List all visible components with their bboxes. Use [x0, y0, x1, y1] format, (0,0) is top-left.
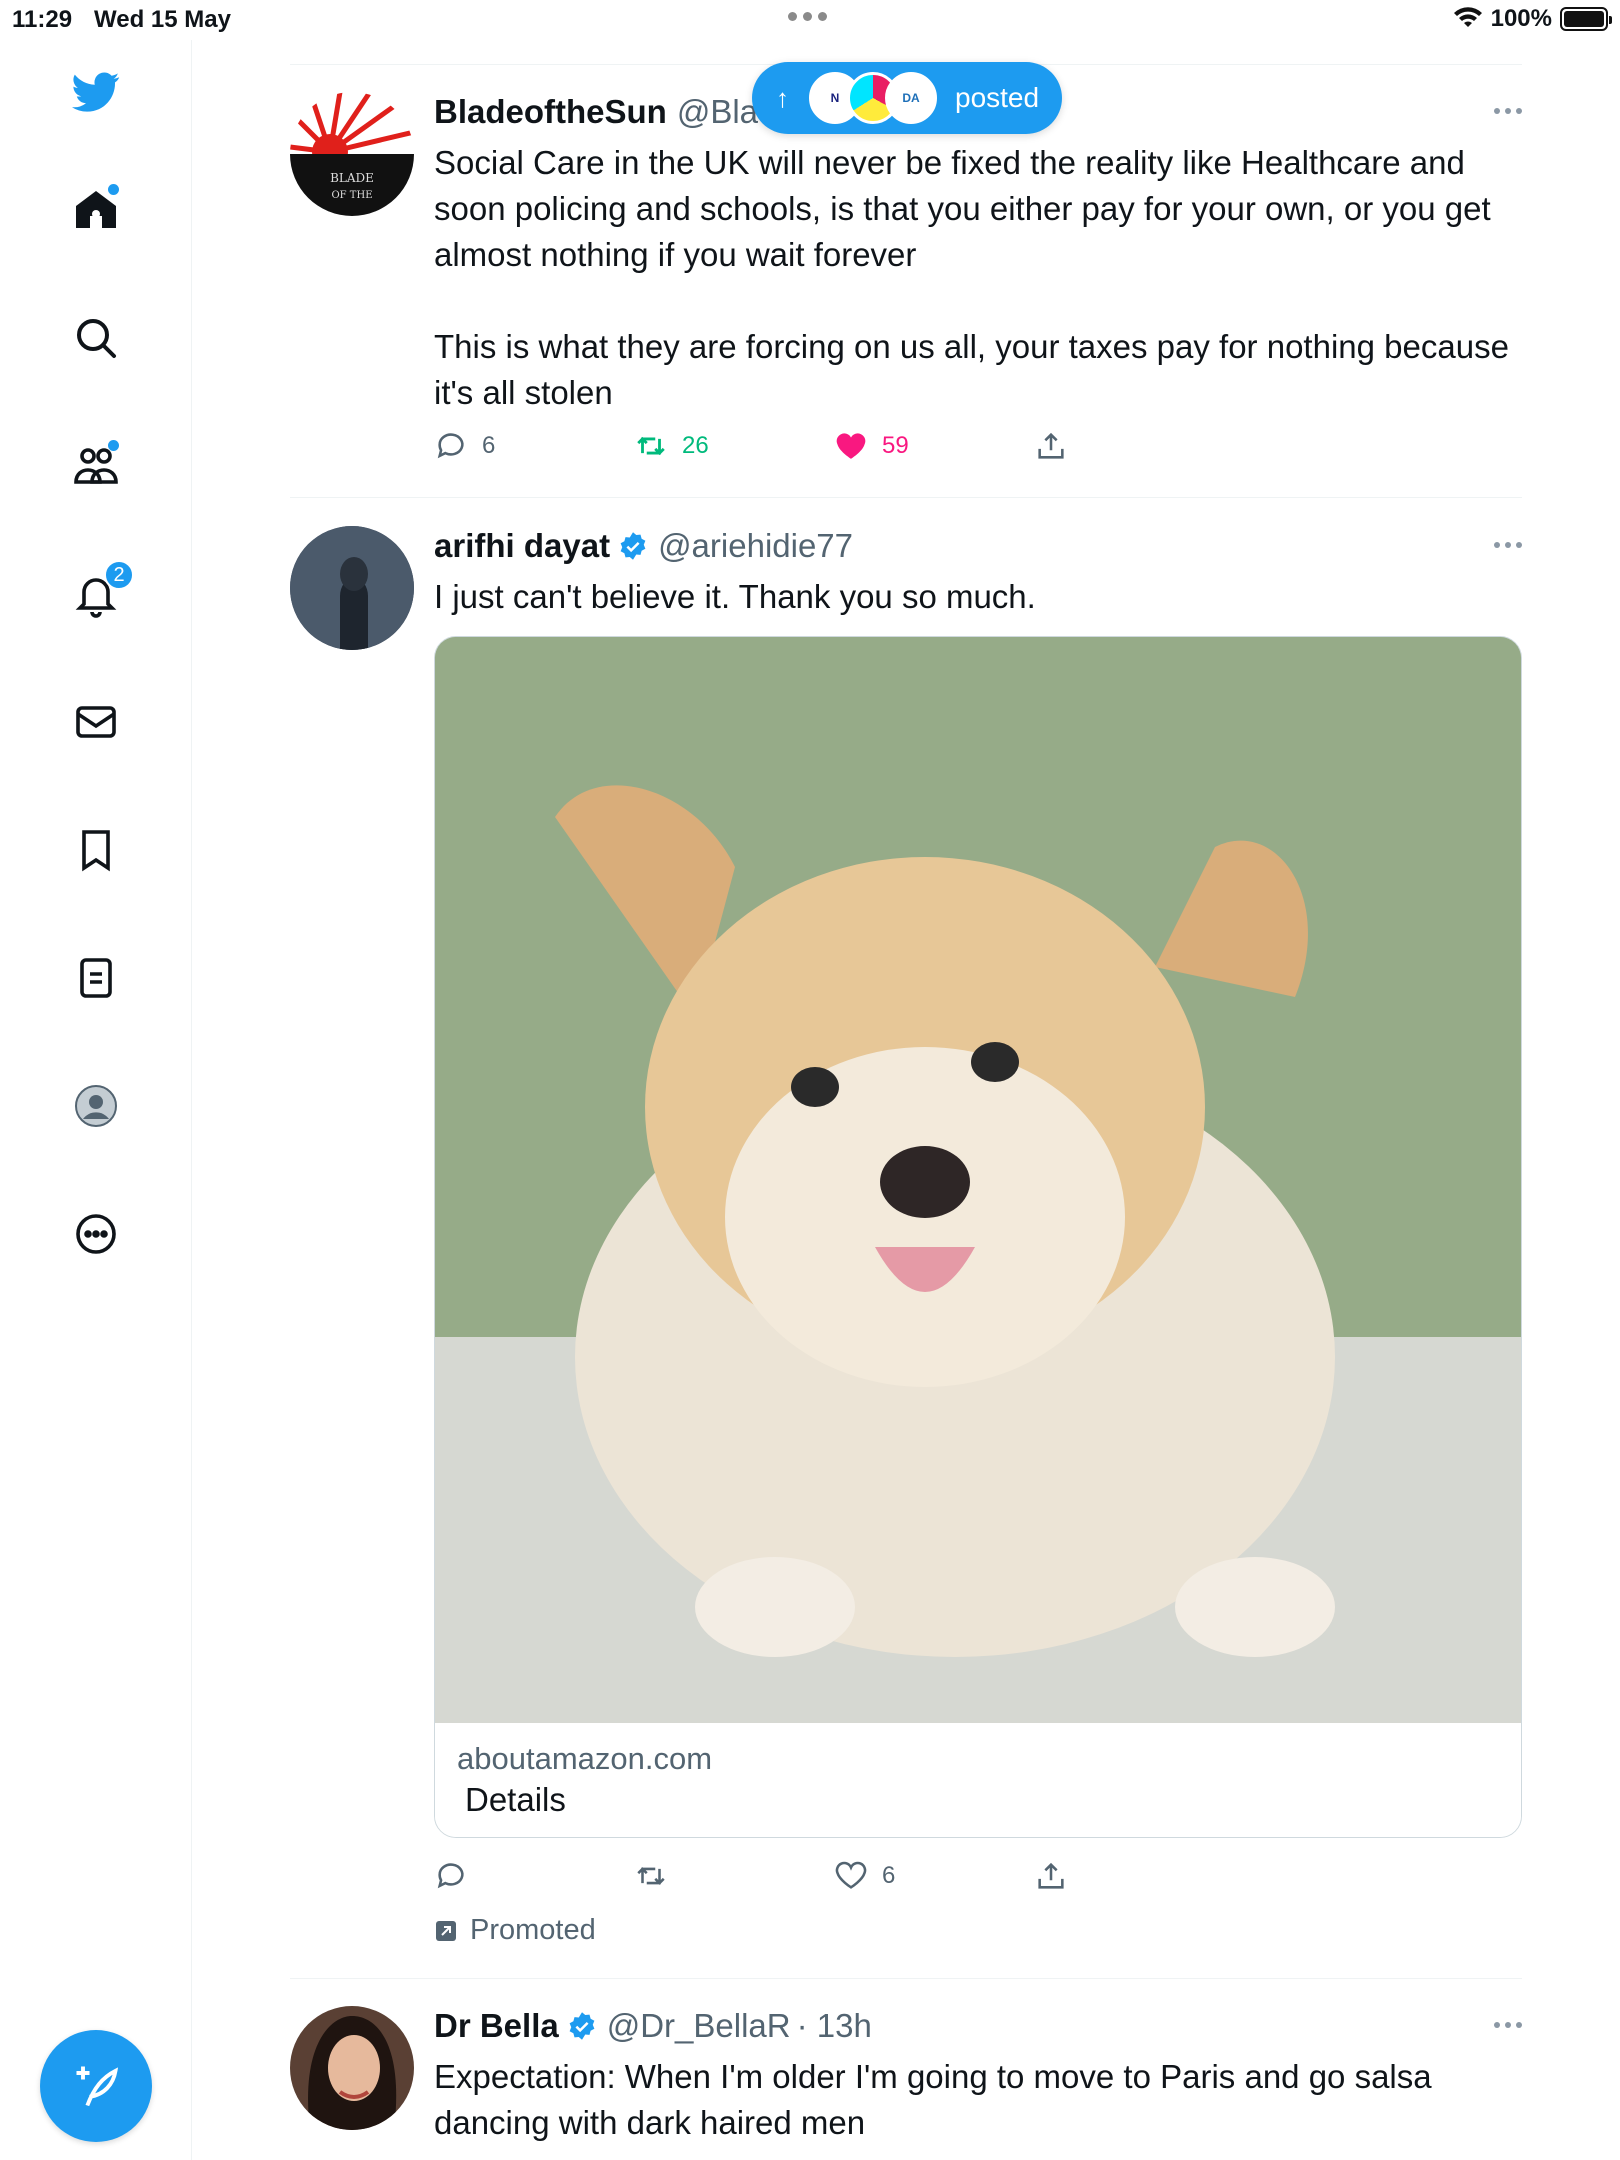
reply-button[interactable] — [434, 1859, 468, 1893]
like-count: 59 — [882, 432, 909, 459]
verified-badge-icon — [569, 2012, 595, 2040]
search-icon[interactable] — [64, 306, 128, 370]
retweet-button[interactable] — [634, 1859, 668, 1893]
tweet-text: Social Care in the UK will never be fixe… — [434, 144, 1509, 411]
more-options-icon[interactable] — [1494, 526, 1522, 548]
share-icon — [1038, 432, 1064, 459]
mail-icon[interactable] — [64, 690, 128, 754]
lists-icon[interactable] — [64, 946, 128, 1010]
battery-percent: 100% — [1490, 5, 1552, 32]
like-button[interactable]: 59 — [834, 429, 909, 463]
battery-icon — [1560, 7, 1612, 31]
promoted-text: Promoted — [470, 1914, 596, 1946]
more-options-icon[interactable] — [1494, 92, 1522, 114]
arrow-up-icon: ↑ — [776, 82, 789, 113]
svg-text:OF THE: OF THE — [331, 190, 372, 201]
tweet-author-handle[interactable]: @ariehidie77 — [658, 527, 853, 565]
tweet-time[interactable]: · 13h — [797, 2007, 872, 2045]
share-button[interactable] — [1034, 1859, 1068, 1893]
pill-avatar: DA — [885, 72, 937, 124]
promoted-label: Promoted — [434, 1914, 596, 1947]
home-notification-dot — [108, 184, 119, 195]
tweet-text: I just can't believe it. Thank you so mu… — [434, 578, 1036, 615]
status-right: 100% — [1453, 5, 1612, 33]
tweet-text: Expectation: When I'm older I'm going to… — [434, 2058, 1441, 2141]
svg-text:BLADE: BLADE — [330, 171, 374, 185]
reply-icon — [437, 433, 464, 459]
sidebar: 2 — [0, 40, 192, 2160]
tweet-author-handle[interactable]: @Bla — [677, 93, 758, 131]
promoted-icon — [436, 1920, 456, 1941]
multitasking-dots-icon[interactable] — [788, 12, 827, 21]
heart-icon — [836, 433, 866, 459]
retweet-button[interactable]: 26 — [634, 429, 709, 463]
status-time: 11:29 — [12, 6, 73, 33]
more-options-icon[interactable] — [1494, 2006, 1522, 2028]
heart-icon — [835, 1861, 867, 1889]
card-title: Details — [465, 1781, 566, 1818]
tweet-author-name[interactable]: Dr Bella — [434, 2007, 559, 2045]
wifi-icon — [1453, 7, 1482, 27]
status-bar: 11:29 Wed 15 May 100% — [0, 0, 1620, 40]
communities-notification-dot — [108, 440, 119, 451]
reply-icon — [437, 1863, 464, 1889]
twitter-bird-icon[interactable] — [64, 60, 128, 124]
home-icon[interactable] — [64, 178, 128, 242]
tweet-author-name[interactable]: arifhi dayat — [434, 527, 610, 565]
card-domain: aboutamazon.com — [457, 1741, 713, 1776]
pill-label: posted — [955, 82, 1040, 113]
more-icon[interactable] — [64, 1202, 128, 1266]
communities-icon[interactable] — [64, 434, 128, 498]
share-button[interactable] — [1034, 429, 1068, 463]
profile-icon[interactable] — [64, 1074, 128, 1138]
tweet-author-handle[interactable]: @Dr_BellaR — [607, 2007, 791, 2045]
tweet-divider — [290, 1978, 1522, 1979]
retweet-icon — [637, 1867, 665, 1885]
notification-badge: 2 — [104, 560, 134, 590]
card-image[interactable] — [435, 637, 1521, 1723]
avatar[interactable]: BLADE OF THE — [290, 92, 414, 216]
tweet-author-name[interactable]: BladeoftheSun — [434, 93, 667, 131]
bookmark-icon[interactable] — [64, 818, 128, 882]
avatar[interactable] — [290, 526, 414, 650]
retweet-icon — [637, 436, 665, 456]
share-icon — [1038, 1862, 1064, 1889]
compose-button[interactable] — [40, 2030, 152, 2142]
like-count: 6 — [882, 1862, 896, 1889]
compose-icon — [76, 2066, 119, 2107]
retweet-count: 26 — [682, 432, 709, 459]
status-date: Wed 15 May — [94, 6, 231, 33]
like-button[interactable]: 6 — [834, 1859, 895, 1893]
reply-count: 6 — [482, 432, 496, 459]
avatar[interactable] — [290, 2006, 414, 2130]
bell-icon[interactable]: 2 — [64, 560, 134, 626]
link-card[interactable]: aboutamazon.com Details — [434, 636, 1522, 1838]
tweet-divider — [290, 497, 1522, 498]
reply-button[interactable]: 6 — [434, 429, 495, 463]
new-posts-pill[interactable]: ↑ N DA posted — [752, 62, 1062, 134]
verified-badge-icon — [620, 532, 646, 560]
